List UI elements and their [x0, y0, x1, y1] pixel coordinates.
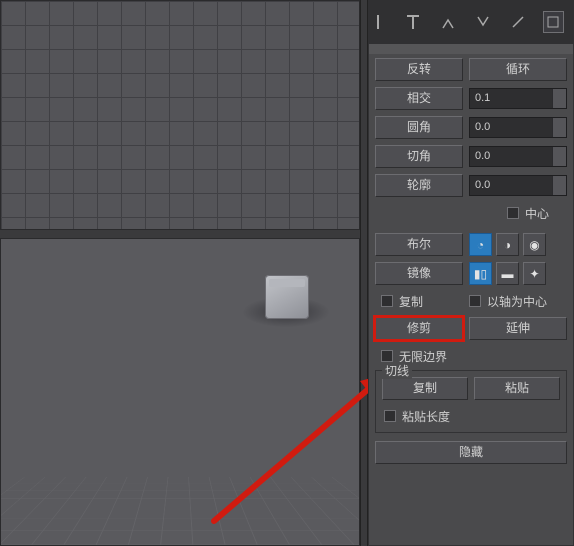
chamfer-button[interactable]: 切角	[375, 145, 463, 168]
paste-length-checkbox[interactable]: 粘贴长度	[382, 406, 560, 426]
about-axis-label: 以轴为中心	[487, 293, 547, 310]
viewport-divider[interactable]	[0, 230, 360, 238]
boolean-subtract-icon[interactable]: ◑	[496, 233, 519, 256]
chamfer-spinner[interactable]: 0.0	[469, 146, 567, 167]
paste-length-label: 粘贴长度	[402, 408, 450, 425]
copy-checkbox[interactable]: 复制	[375, 291, 463, 311]
reverse-button[interactable]: 反转	[375, 58, 463, 81]
settings-box-icon[interactable]	[543, 11, 564, 33]
scene-object-cube[interactable]	[265, 275, 309, 319]
copy-label: 复制	[399, 293, 423, 310]
mirror-button[interactable]: 镜像	[375, 262, 463, 285]
fillet-button[interactable]: 圆角	[375, 116, 463, 139]
fork-down-icon[interactable]	[473, 11, 494, 33]
viewport-container	[0, 0, 360, 546]
center-label: 中心	[525, 205, 549, 222]
tangent-group: 切线 复制 粘贴 粘贴长度	[375, 370, 567, 433]
rollup-stripe	[369, 44, 573, 54]
copy-tangent-button[interactable]: 复制	[382, 377, 468, 400]
viewport-top[interactable]	[0, 0, 360, 230]
fork-v-icon[interactable]	[438, 11, 459, 33]
mirror-both-icon[interactable]: ✦	[523, 262, 546, 285]
panel-toolbar	[368, 0, 574, 44]
fillet-spinner[interactable]: 0.0	[469, 117, 567, 138]
panel-splitter[interactable]	[360, 0, 368, 546]
ground-grid	[0, 477, 360, 546]
loop-button[interactable]: 循环	[469, 58, 567, 81]
viewport-perspective[interactable]	[0, 238, 360, 546]
boolean-intersect-icon[interactable]: ◉	[523, 233, 546, 256]
mirror-vert-icon[interactable]: ▬	[496, 262, 519, 285]
extend-button[interactable]: 延伸	[469, 317, 567, 340]
intersect-button[interactable]: 相交	[375, 87, 463, 110]
trim-button[interactable]: 修剪	[375, 317, 463, 340]
outline-button[interactable]: 轮廓	[375, 174, 463, 197]
about-axis-checkbox[interactable]: 以轴为中心	[469, 291, 547, 311]
hide-button[interactable]: 隐藏	[375, 441, 567, 464]
intersect-spinner[interactable]: 0.1	[469, 88, 567, 109]
panel-body: 反转 循环 相交 0.1 圆角 0.0 切角 0.0 轮廓 0.0 中心 布尔 …	[368, 44, 574, 546]
mirror-horiz-icon[interactable]: ▮▯	[469, 262, 492, 285]
boolean-union-icon[interactable]: ◔	[469, 233, 492, 256]
command-panel: 反转 循环 相交 0.1 圆角 0.0 切角 0.0 轮廓 0.0 中心 布尔 …	[368, 0, 574, 546]
outline-spinner[interactable]: 0.0	[469, 175, 567, 196]
align-i-icon[interactable]	[368, 11, 389, 33]
boolean-button[interactable]: 布尔	[375, 233, 463, 256]
diag-icon[interactable]	[508, 11, 529, 33]
center-checkbox[interactable]: 中心	[507, 203, 549, 223]
paste-tangent-button[interactable]: 粘贴	[474, 377, 560, 400]
align-t-icon[interactable]	[403, 11, 424, 33]
tangent-legend: 切线	[382, 362, 412, 379]
